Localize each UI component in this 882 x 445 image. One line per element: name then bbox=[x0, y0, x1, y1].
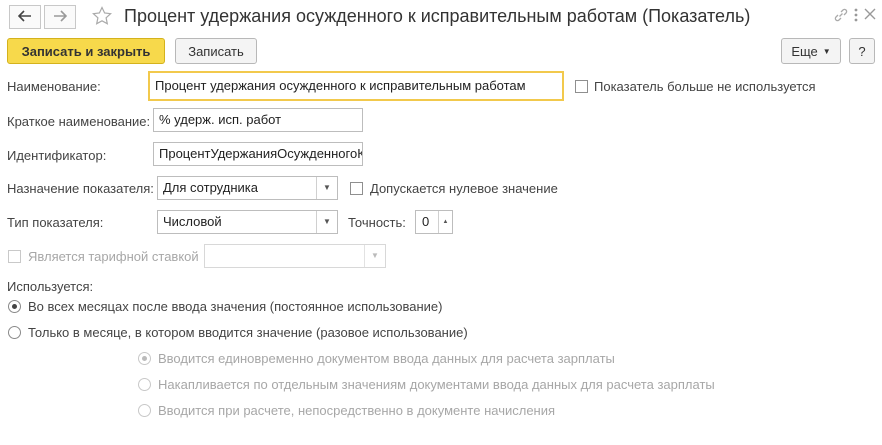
precision-value: 0 bbox=[422, 214, 430, 229]
type-select[interactable]: Числовой ▼ bbox=[157, 210, 338, 234]
short-name-label: Краткое наименование: bbox=[7, 114, 151, 129]
usage-label: Используется: bbox=[7, 279, 94, 294]
identifier-label: Идентификатор: bbox=[7, 148, 107, 163]
arrow-right-icon bbox=[53, 9, 68, 26]
dropdown-arrow-icon[interactable]: ▼ bbox=[364, 245, 385, 267]
close-icon[interactable] bbox=[864, 8, 876, 23]
more-vertical-icon[interactable] bbox=[853, 7, 859, 26]
favorite-star-icon[interactable] bbox=[92, 6, 112, 29]
zero-allowed-label: Допускается нулевое значение bbox=[370, 181, 558, 196]
tariff-label: Является тарифной ставкой bbox=[28, 249, 199, 264]
dropdown-arrow-icon[interactable]: ▼ bbox=[316, 177, 337, 199]
sub-option-calculation-radio[interactable] bbox=[138, 404, 151, 417]
zero-allowed-checkbox[interactable] bbox=[350, 182, 363, 195]
type-label: Тип показателя: bbox=[7, 215, 104, 230]
back-button[interactable] bbox=[9, 5, 41, 29]
arrow-left-icon bbox=[17, 9, 32, 26]
link-icon[interactable] bbox=[833, 7, 849, 26]
sub-option-accumulate-label: Накапливается по отдельным значениям док… bbox=[158, 377, 715, 392]
identifier-input[interactable]: ПроцентУдержанияОсужденногоК bbox=[153, 142, 363, 166]
sub-option-calculation-label: Вводится при расчете, непосредственно в … bbox=[158, 403, 556, 418]
tariff-select[interactable]: ▼ bbox=[204, 244, 386, 268]
usage-onetime-label: Только в месяце, в котором вводится знач… bbox=[28, 325, 468, 340]
usage-onetime-radio[interactable] bbox=[8, 326, 21, 339]
precision-input[interactable]: 0 ▲ ▼ bbox=[415, 210, 453, 234]
save-and-close-button[interactable]: Записать и закрыть bbox=[7, 38, 165, 64]
short-name-input[interactable]: % удерж. исп. работ bbox=[153, 108, 363, 132]
purpose-select[interactable]: Для сотрудника ▼ bbox=[157, 176, 338, 200]
sub-option-accumulate-radio[interactable] bbox=[138, 378, 151, 391]
not-used-checkbox[interactable] bbox=[575, 80, 588, 93]
purpose-select-value: Для сотрудника bbox=[163, 180, 258, 195]
usage-permanent-label: Во всех месяцах после ввода значения (по… bbox=[28, 299, 443, 314]
spinner-icon[interactable]: ▲ ▼ bbox=[438, 211, 452, 233]
chevron-down-icon: ▼ bbox=[822, 46, 831, 56]
spin-down-icon[interactable]: ▼ bbox=[443, 233, 449, 234]
sub-option-once-label: Вводится единовременно документом ввода … bbox=[158, 351, 615, 366]
name-input[interactable]: Процент удержания осужденного к исправит… bbox=[148, 71, 564, 101]
save-button[interactable]: Записать bbox=[175, 38, 257, 64]
page-title: Процент удержания осужденного к исправит… bbox=[124, 6, 751, 26]
more-button-label: Еще bbox=[791, 43, 818, 59]
not-used-label: Показатель больше не используется bbox=[594, 79, 816, 94]
usage-permanent-radio[interactable] bbox=[8, 300, 21, 313]
tariff-checkbox[interactable] bbox=[8, 250, 21, 263]
spin-up-icon[interactable]: ▲ bbox=[443, 211, 449, 233]
dropdown-arrow-icon[interactable]: ▼ bbox=[316, 211, 337, 233]
more-button[interactable]: Еще ▼ bbox=[781, 38, 841, 64]
precision-label: Точность: bbox=[348, 215, 406, 230]
sub-option-once-radio[interactable] bbox=[138, 352, 151, 365]
forward-button[interactable] bbox=[44, 5, 76, 29]
help-button[interactable]: ? bbox=[849, 38, 875, 64]
type-select-value: Числовой bbox=[163, 214, 222, 229]
purpose-label: Назначение показателя: bbox=[7, 181, 154, 196]
name-label: Наименование: bbox=[7, 79, 101, 94]
